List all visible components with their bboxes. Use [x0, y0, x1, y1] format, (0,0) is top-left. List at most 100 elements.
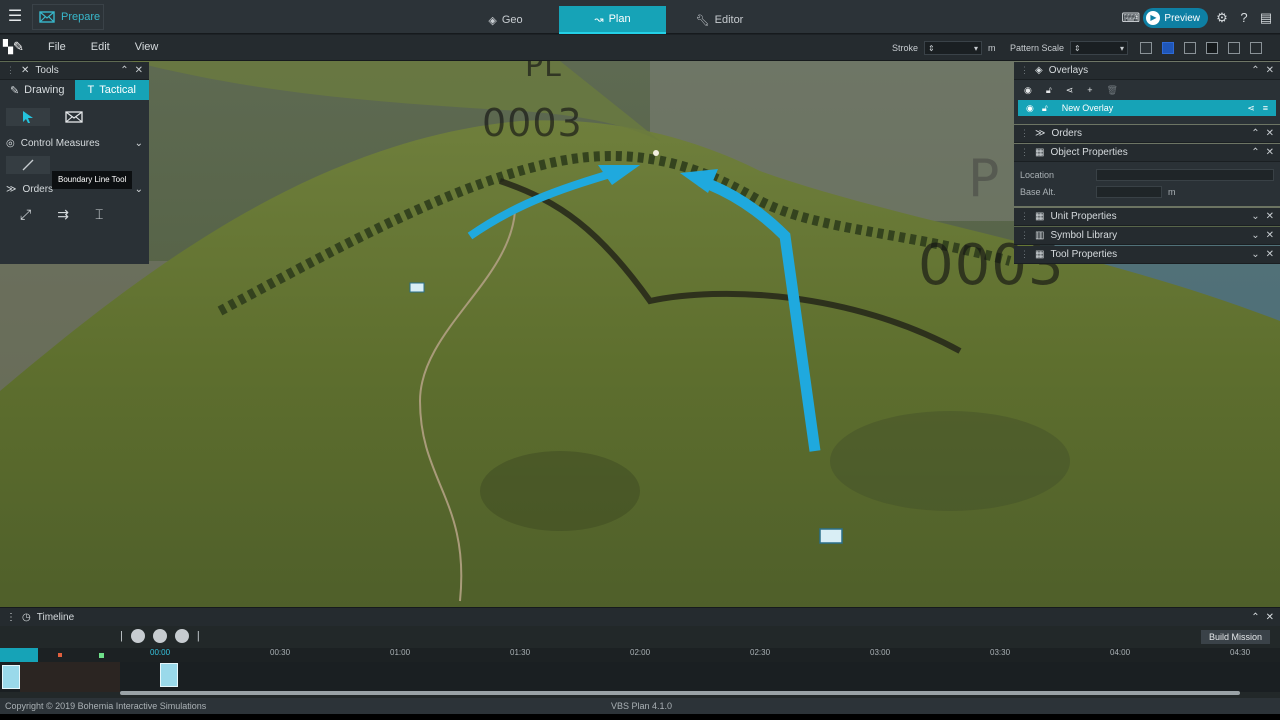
- plus-icon[interactable]: +: [1087, 85, 1092, 95]
- unit-symbol[interactable]: [819, 528, 843, 544]
- tools-panel: ⋮ ✕ Tools ⌃ ✕ ✎ Drawing T Tactical ◎ Con…: [0, 62, 149, 264]
- order-track-icon[interactable]: [160, 663, 178, 687]
- zoom-out-icon[interactable]: [152, 629, 167, 643]
- grip-icon[interactable]: ⋮: [6, 65, 15, 76]
- unit-tool-button[interactable]: [62, 108, 86, 126]
- select-pointer-button[interactable]: [6, 108, 50, 126]
- swatch-outline-3[interactable]: [1250, 42, 1262, 54]
- grip-icon[interactable]: ⋮: [6, 612, 16, 623]
- prepare-button[interactable]: Prepare: [32, 4, 104, 30]
- playhead-track-marker: [0, 648, 38, 662]
- close-icon[interactable]: ✕: [1266, 612, 1274, 623]
- tick-label: 04:00: [1110, 648, 1131, 657]
- collapse-icon[interactable]: ⌃: [1251, 612, 1259, 623]
- hamburger-menu-icon[interactable]: ☰: [4, 6, 26, 28]
- tab-drawing[interactable]: ✎ Drawing: [0, 80, 75, 100]
- close-icon[interactable]: ✕: [1266, 211, 1274, 222]
- share-icon[interactable]: ⋖: [1247, 103, 1255, 114]
- gear-icon[interactable]: ⚙: [1214, 10, 1230, 26]
- chat-icon[interactable]: ▤: [1258, 10, 1274, 26]
- timeline-track[interactable]: [0, 662, 1280, 692]
- version-text: VBS Plan 4.1.0: [611, 701, 673, 711]
- dropdown-icon: ▾: [974, 43, 979, 53]
- preview-button[interactable]: ▶ Preview: [1143, 8, 1208, 28]
- eye-icon[interactable]: ◉: [1024, 85, 1032, 96]
- orders-label: Orders: [22, 183, 54, 195]
- status-bar: Copyright © 2019 Bohemia Interactive Sim…: [0, 698, 1280, 714]
- boundary-line-tool-button[interactable]: [6, 156, 50, 174]
- close-icon[interactable]: ✕: [1266, 128, 1274, 139]
- object-properties-panel: ⋮ ▦ Object Properties ⌃ ✕ Location Base …: [1014, 144, 1280, 206]
- close-icon[interactable]: ✕: [1266, 65, 1274, 76]
- grip-icon[interactable]: ⋮: [1020, 65, 1029, 76]
- menu-view[interactable]: View: [135, 41, 159, 53]
- expand-icon[interactable]: ⌄: [1251, 249, 1259, 260]
- prepare-label: Prepare: [61, 11, 101, 23]
- expand-icon[interactable]: ⌄: [1251, 211, 1259, 222]
- diagonal-arrow-icon[interactable]: ⤢: [20, 206, 31, 223]
- close-icon[interactable]: ✕: [1266, 147, 1274, 158]
- collapse-icon[interactable]: ⌃: [1251, 128, 1259, 139]
- app-logo-icon: ▚✎: [3, 39, 24, 54]
- menu-edit[interactable]: Edit: [91, 41, 110, 53]
- layers-icon: ◈: [488, 14, 497, 27]
- unit-symbol[interactable]: [409, 282, 425, 293]
- trash-icon[interactable]: 🗑︎: [1107, 85, 1118, 96]
- tab-tactical[interactable]: T Tactical: [74, 80, 149, 100]
- red-marker: [58, 653, 62, 657]
- tab-geo[interactable]: ◈ Geo: [452, 6, 559, 34]
- swatch-grey[interactable]: [1140, 42, 1152, 54]
- pattern-scale-input[interactable]: ⇕ ▾: [1070, 41, 1129, 55]
- collapse-icon[interactable]: ⌃: [120, 65, 128, 76]
- timeline-ruler[interactable]: 00:00 00:30 01:00 01:30 02:00 02:30 03:0…: [0, 648, 1280, 662]
- tab-editor[interactable]: 🔧︎ Editor: [666, 6, 773, 34]
- bracket-icon[interactable]: ⌶: [95, 206, 103, 223]
- grip-icon[interactable]: ⋮: [1020, 147, 1029, 158]
- tab-drawing-label: Drawing: [24, 84, 65, 96]
- symbol-library-header[interactable]: ⋮ ▥ Symbol Library ⌄ ✕: [1014, 227, 1280, 245]
- list-icon[interactable]: ≡: [1263, 103, 1268, 113]
- grip-icon[interactable]: ⋮: [1020, 249, 1029, 260]
- timeline-scrollbar[interactable]: [120, 691, 1240, 695]
- tick-label: 00:30: [270, 648, 291, 657]
- close-icon[interactable]: ✕: [1266, 230, 1274, 241]
- overlays-panel: ⋮ ◈ Overlays ⌃ ✕ ◉ 🔓︎ ⋖ + 🗑︎ ◉ 🔓︎ New Ov…: [1014, 62, 1280, 124]
- zoom-fit-icon[interactable]: [130, 629, 145, 643]
- grip-icon[interactable]: ⋮: [1020, 230, 1029, 241]
- grip-icon[interactable]: ⋮: [1020, 211, 1029, 222]
- tool-properties-header[interactable]: ⋮ ▦ Tool Properties ⌄ ✕: [1014, 246, 1280, 264]
- stroke-input[interactable]: ⇕ ▾: [924, 41, 983, 55]
- eye-icon[interactable]: ◉: [1026, 103, 1034, 114]
- tools-title: Tools: [35, 65, 59, 76]
- location-input[interactable]: [1096, 168, 1274, 181]
- double-arrow-icon[interactable]: ⇉: [57, 206, 69, 223]
- close-icon[interactable]: ✕: [135, 65, 143, 76]
- close-icon[interactable]: ✕: [1266, 249, 1274, 260]
- lock-icon[interactable]: 🔓︎: [1042, 103, 1048, 114]
- properties-icon: ▦: [1035, 249, 1045, 260]
- tick-label: 03:30: [990, 648, 1011, 657]
- control-measures-section[interactable]: ◎ Control Measures ⌄: [0, 134, 149, 152]
- build-mission-button[interactable]: Build Mission: [1200, 630, 1270, 644]
- zoom-in-icon[interactable]: [174, 629, 189, 643]
- share-icon[interactable]: ⋖: [1066, 85, 1074, 96]
- collapse-icon[interactable]: ⌃: [1251, 147, 1259, 158]
- grip-icon[interactable]: ⋮: [1020, 128, 1029, 139]
- lock-icon[interactable]: 🔓︎: [1046, 85, 1052, 96]
- base-alt-input[interactable]: [1096, 185, 1162, 198]
- waypoint-marker[interactable]: [653, 150, 659, 156]
- swatch-dark[interactable]: [1206, 42, 1218, 54]
- swatch-outline-2[interactable]: [1228, 42, 1240, 54]
- keyboard-icon[interactable]: ⌨: [1121, 10, 1140, 26]
- swatch-blue[interactable]: [1162, 42, 1174, 54]
- swatch-outline[interactable]: [1184, 42, 1196, 54]
- overlay-item[interactable]: ◉ 🔓︎ New Overlay ⋖ ≡: [1018, 100, 1276, 116]
- unit-track-icon[interactable]: [2, 665, 20, 689]
- expand-icon[interactable]: ⌄: [1251, 230, 1259, 241]
- tab-plan[interactable]: ↝ Plan: [559, 6, 666, 34]
- help-icon[interactable]: ?: [1236, 10, 1252, 26]
- collapse-icon[interactable]: ⌃: [1251, 65, 1259, 76]
- tools-panel-header: ⋮ ✕ Tools ⌃ ✕: [0, 62, 149, 80]
- menu-file[interactable]: File: [48, 41, 66, 53]
- unit-properties-header[interactable]: ⋮ ▦ Unit Properties ⌄ ✕: [1014, 208, 1280, 226]
